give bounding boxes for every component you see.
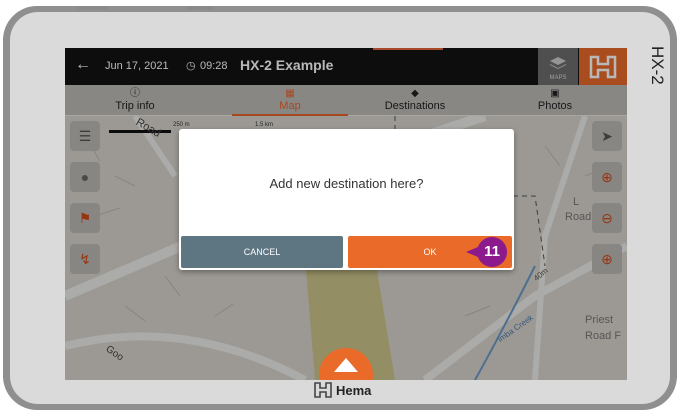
dialog-message: Add new destination here? (269, 176, 424, 191)
hema-logo-icon (314, 382, 332, 398)
app-screen: ← Jun 17, 2021 ◷ 09:28 HX-2 Example MAPS… (65, 48, 627, 380)
brand-name: Hema (336, 383, 372, 398)
device-button (78, 6, 108, 10)
cancel-button[interactable]: CANCEL (181, 236, 343, 268)
device-brand: Hema (314, 382, 371, 404)
step-callout-badge: 11 (477, 237, 507, 267)
chevron-up-icon (334, 358, 358, 372)
device-button (186, 6, 214, 10)
device-model-label: HX-2 (648, 46, 667, 85)
add-destination-dialog: Add new destination here? CANCEL OK (179, 129, 514, 270)
